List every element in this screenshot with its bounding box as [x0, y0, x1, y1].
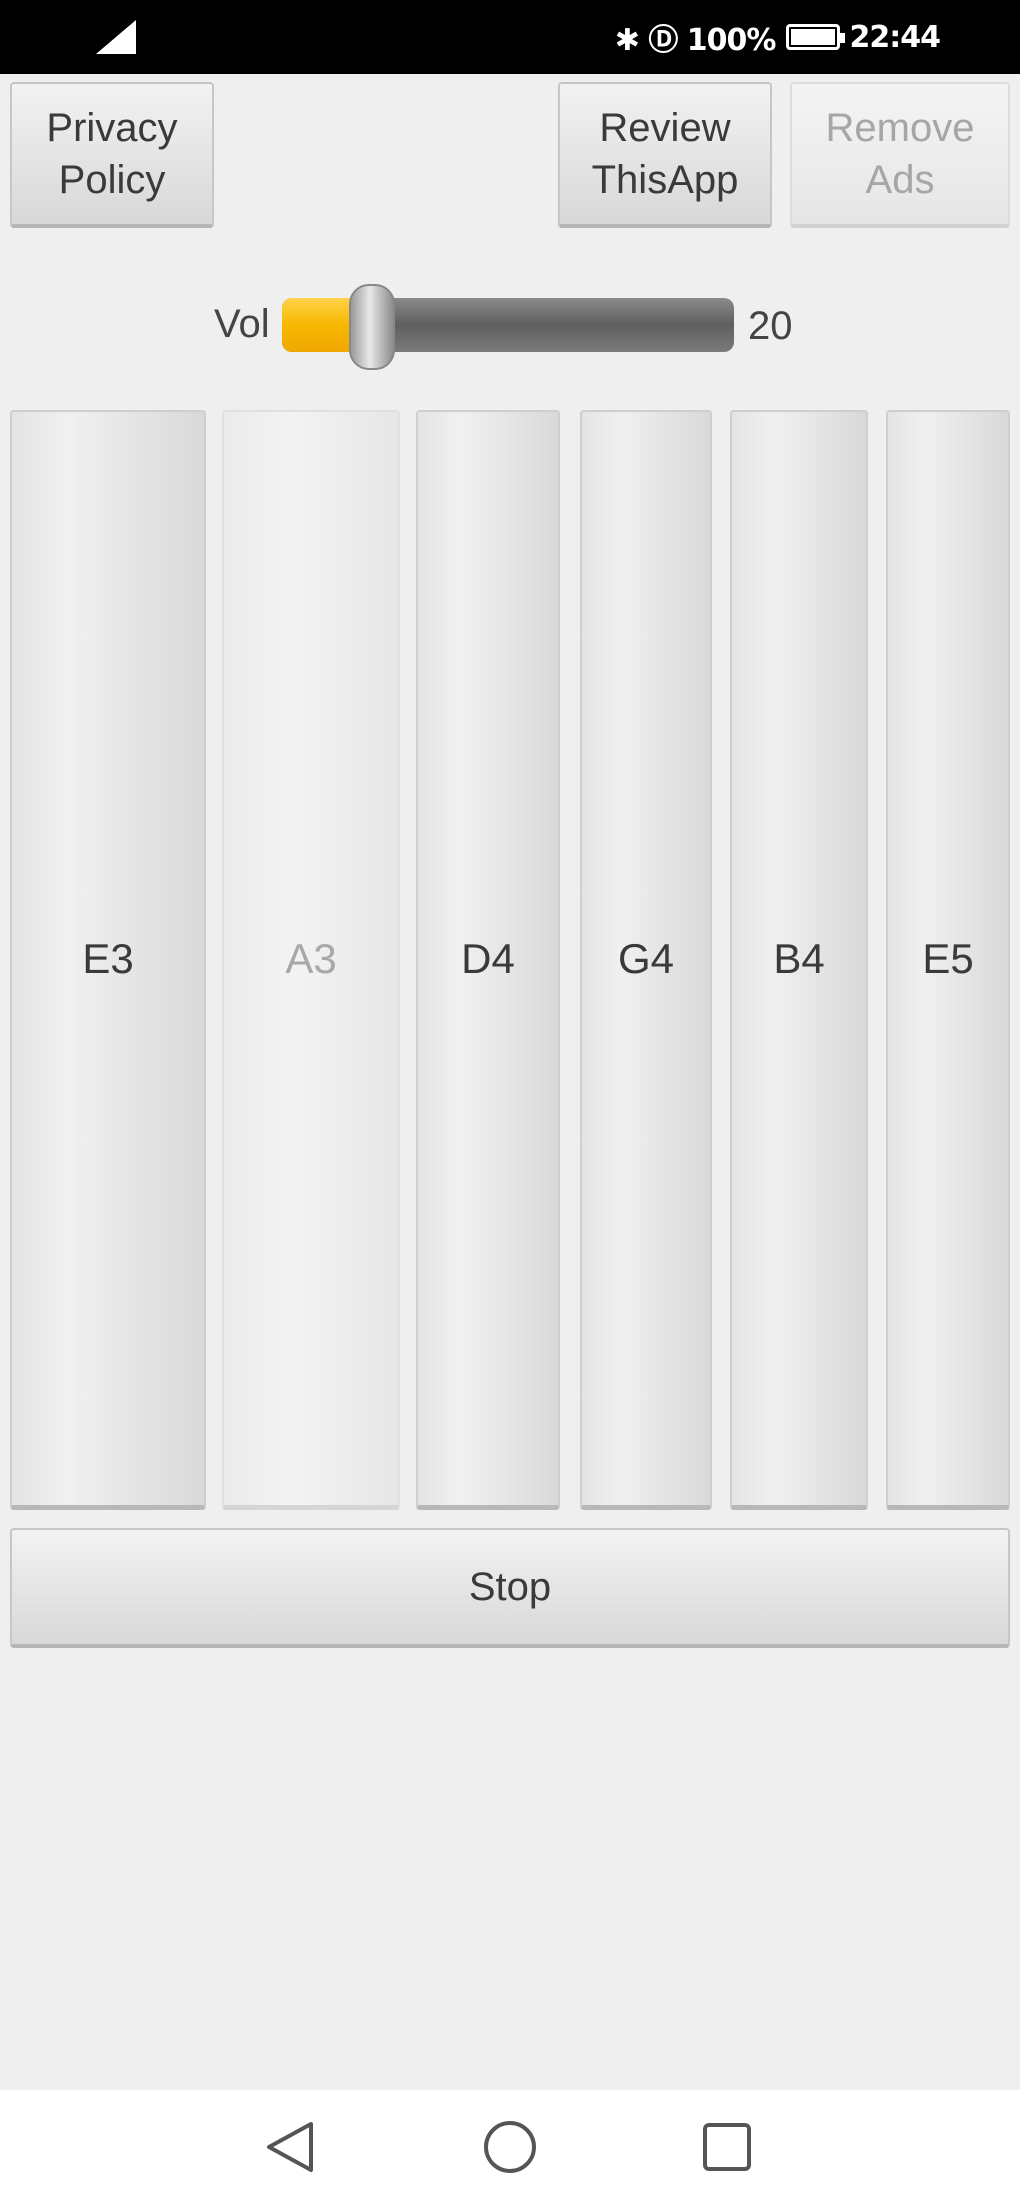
signal-icon: [96, 20, 136, 54]
recents-icon[interactable]: [692, 2112, 762, 2182]
string-button-e5[interactable]: E5: [886, 410, 1010, 1510]
stop-button[interactable]: Stop: [10, 1528, 1010, 1648]
status-bar: ✱ Ⓓ 100% 22:44: [0, 0, 1020, 74]
volume-slider-thumb[interactable]: [349, 284, 396, 370]
remove-ads-button[interactable]: Remove Ads: [790, 82, 1010, 228]
privacy-policy-button[interactable]: Privacy Policy: [10, 82, 214, 228]
status-indicators-text: ✱ Ⓓ 100%: [614, 23, 777, 58]
string-button-e3[interactable]: E3: [10, 410, 206, 1510]
review-app-button[interactable]: Review ThisApp: [558, 82, 772, 228]
string-button-b4[interactable]: B4: [730, 410, 868, 1510]
status-indicators: ✱ Ⓓ 100% 22:44: [614, 16, 941, 59]
string-button-d4[interactable]: D4: [416, 410, 560, 1510]
battery-icon: [785, 24, 845, 50]
status-time: 22:44: [849, 19, 941, 55]
home-icon[interactable]: [475, 2112, 545, 2182]
volume-value: 20: [748, 304, 793, 348]
volume-label: Vol: [214, 302, 270, 346]
back-icon[interactable]: [255, 2112, 325, 2182]
navigation-bar: [0, 2090, 1020, 2204]
string-button-g4[interactable]: G4: [580, 410, 712, 1510]
string-button-a3[interactable]: A3: [222, 410, 400, 1510]
